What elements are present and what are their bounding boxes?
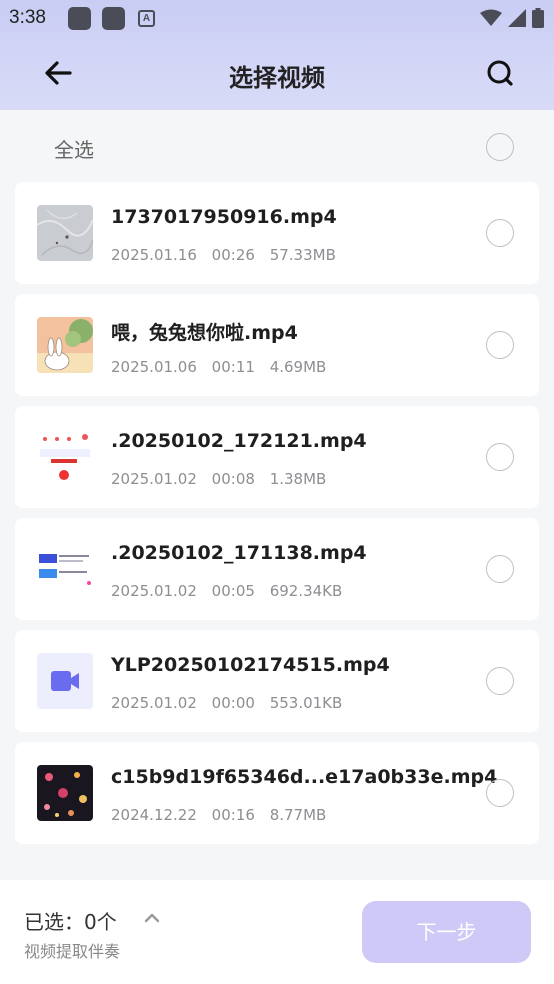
video-item[interactable]: 1737017950916.mp4 2025.01.16 00:26 57.33…: [15, 182, 539, 284]
footer-bar: 已选：0个 视频提取伴奏 下一步: [0, 880, 554, 984]
video-duration: 00:08: [211, 470, 255, 488]
video-size: 1.38MB: [269, 470, 327, 488]
video-thumbnail: [37, 653, 93, 709]
video-thumbnail: [37, 205, 93, 261]
page-title: 选择视频: [229, 64, 325, 92]
video-item[interactable]: c15b9d19f65346d...e17a0b33e.mp4 2024.12.…: [15, 742, 539, 844]
video-name: 喂，兔兔想你啦.mp4: [111, 322, 298, 344]
a-icon: A: [138, 10, 155, 27]
video-camera-icon: [51, 671, 79, 691]
chevron-up-icon: [144, 913, 160, 923]
video-meta: 2025.01.02 00:05 692.34KB: [111, 582, 352, 600]
selected-count: 已选：0个: [24, 910, 117, 934]
next-step-button[interactable]: 下一步: [362, 901, 531, 963]
video-item[interactable]: .20250102_172121.mp4 2025.01.02 00:08 1.…: [15, 406, 539, 508]
video-thumbnail: [37, 317, 93, 373]
status-bar: 3:38 A: [0, 0, 554, 38]
title-bar: 选择视频: [0, 38, 554, 110]
video-select-radio[interactable]: [486, 219, 514, 247]
status-icons: [480, 8, 544, 28]
app-icon: [68, 7, 91, 30]
video-select-radio[interactable]: [486, 331, 514, 359]
battery-icon: [532, 8, 544, 28]
video-size: 692.34KB: [269, 582, 343, 600]
video-item[interactable]: 喂，兔兔想你啦.mp4 2025.01.06 00:11 4.69MB: [15, 294, 539, 396]
video-thumbnail: [37, 541, 93, 597]
video-date: 2025.01.02: [111, 694, 197, 712]
video-duration: 00:16: [211, 806, 255, 824]
expand-selection-button[interactable]: [142, 910, 162, 926]
video-name: .20250102_171138.mp4: [111, 542, 367, 564]
header: 3:38 A 选择视频: [0, 0, 554, 110]
video-thumbnail: [37, 429, 93, 485]
video-date: 2025.01.16: [111, 246, 197, 264]
video-name: 1737017950916.mp4: [111, 206, 337, 228]
video-meta: 2024.12.22 00:16 8.77MB: [111, 806, 336, 824]
select-all-label: 全选: [54, 138, 94, 162]
select-all-row[interactable]: 全选: [0, 118, 554, 176]
video-size: 57.33MB: [269, 246, 336, 264]
video-date: 2024.12.22: [111, 806, 197, 824]
wifi-icon: [480, 9, 502, 26]
video-date: 2025.01.02: [111, 470, 197, 488]
video-select-radio[interactable]: [486, 443, 514, 471]
app-icon: [102, 7, 125, 30]
video-date: 2025.01.02: [111, 582, 197, 600]
video-size: 8.77MB: [269, 806, 327, 824]
video-name: c15b9d19f65346d...e17a0b33e.mp4: [111, 766, 498, 788]
video-item[interactable]: YLP20250102174515.mp4 2025.01.02 00:00 5…: [15, 630, 539, 732]
video-select-radio[interactable]: [486, 667, 514, 695]
video-duration: 00:11: [211, 358, 255, 376]
video-select-radio[interactable]: [486, 555, 514, 583]
video-meta: 2025.01.16 00:26 57.33MB: [111, 246, 346, 264]
video-size: 4.69MB: [269, 358, 327, 376]
video-name: YLP20250102174515.mp4: [111, 654, 390, 676]
video-select-radio[interactable]: [486, 779, 514, 807]
footer-subtext: 视频提取伴奏: [24, 942, 121, 961]
video-date: 2025.01.06: [111, 358, 197, 376]
video-meta: 2025.01.02 00:08 1.38MB: [111, 470, 336, 488]
video-item[interactable]: .20250102_171138.mp4 2025.01.02 00:05 69…: [15, 518, 539, 620]
video-thumbnail: [37, 765, 93, 821]
video-duration: 00:05: [211, 582, 255, 600]
search-button[interactable]: [480, 56, 520, 92]
status-time: 3:38: [9, 7, 46, 28]
signal-icon: [508, 9, 526, 27]
video-size: 553.01KB: [269, 694, 343, 712]
video-duration: 00:00: [211, 694, 255, 712]
select-all-radio[interactable]: [486, 133, 514, 161]
video-meta: 2025.01.06 00:11 4.69MB: [111, 358, 336, 376]
video-duration: 00:26: [211, 246, 255, 264]
search-icon: [487, 60, 513, 86]
video-meta: 2025.01.02 00:00 553.01KB: [111, 694, 352, 712]
video-name: .20250102_172121.mp4: [111, 430, 367, 452]
